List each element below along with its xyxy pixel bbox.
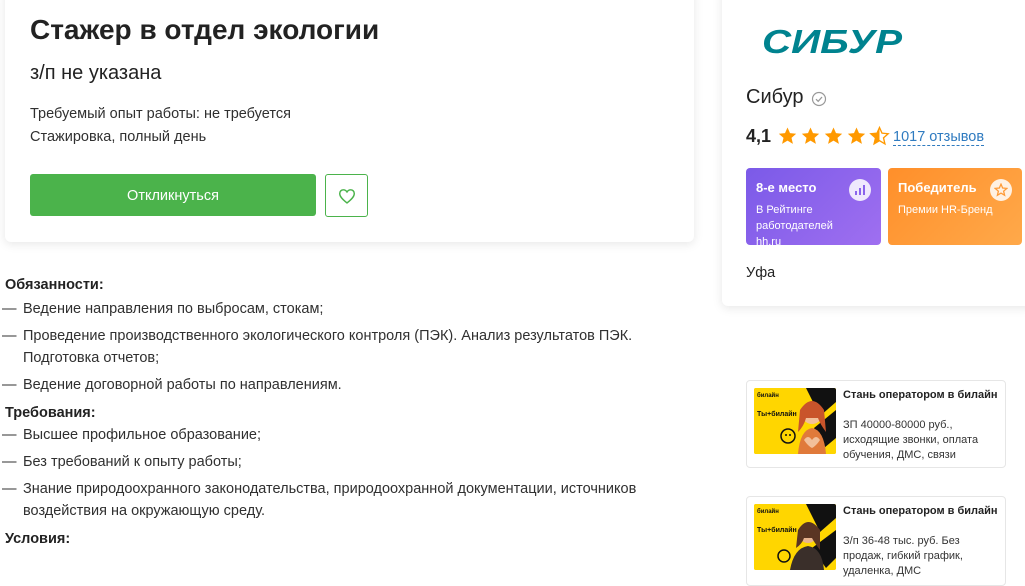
list-dash: —	[2, 454, 17, 470]
ad-image: билайн Ты+билайн	[754, 504, 836, 570]
vacancy-employment: Стажировка, полный день	[30, 129, 207, 145]
star-badge-icon	[990, 179, 1012, 201]
list-dash: —	[2, 481, 17, 497]
duty-text: Ведение направления по выбросам, стокам;	[23, 301, 324, 317]
respond-button[interactable]: Откликнуться	[30, 174, 316, 216]
logo-text: СИБУР	[762, 26, 903, 56]
list-dash: —	[2, 301, 17, 317]
duty-text: Ведение договорной работы по направления…	[23, 377, 342, 393]
vacancy-experience: Требуемый опыт работы: не требуется	[30, 106, 291, 122]
list-item: — Без требований к опыту работы;	[2, 451, 695, 473]
duties-list: — Ведение направления по выбросам, стокам…	[2, 298, 695, 396]
requirement-text: Без требований к опыту работы;	[23, 454, 242, 470]
ad-brand: билайн	[757, 508, 779, 515]
requirement-text: Знание природоохранного законодательства…	[23, 481, 637, 519]
duties-heading: Обязанности:	[5, 277, 104, 293]
vacancy-description: Обязанности: — Ведение направления по выб…	[2, 276, 695, 548]
favorite-button[interactable]	[325, 174, 368, 217]
ad-card[interactable]: билайн Ты+билайн Стань оператором в била…	[746, 380, 1006, 468]
list-dash: —	[2, 328, 17, 344]
list-item: — Проведение производственного экологичес…	[2, 325, 695, 369]
star-icon	[824, 127, 843, 144]
chart-icon	[849, 179, 871, 201]
ad-tagline: Ты+билайн	[757, 410, 797, 418]
ad-text: ЗП 40000-80000 руб., исходящие звонки, о…	[843, 419, 979, 461]
vacancy-title: Стажер в отдел экологии	[30, 14, 380, 45]
company-city: Уфа	[746, 265, 776, 281]
verified-icon	[811, 91, 827, 107]
half-star-icon	[869, 126, 890, 146]
ad-text: З/п 36-48 тыс. руб. Без продаж, гибкий г…	[843, 535, 963, 577]
award-badge[interactable]: Победитель Премии HR-Бренд	[888, 168, 1022, 245]
list-dash: —	[2, 427, 17, 443]
reviews-link[interactable]: 1017 отзывов	[893, 129, 985, 146]
rating-rank-badge[interactable]: 8-е место В Рейтинге работодателей hh.ru	[746, 168, 881, 248]
list-item: — Ведение договорной работы по направлени…	[2, 374, 695, 396]
duty-text: Проведение производственного экологическ…	[23, 328, 633, 366]
vacancy-salary: з/п не указана	[30, 62, 162, 84]
ad-image: билайн Ты+билайн	[754, 388, 836, 454]
star-icon	[801, 127, 820, 144]
ad-card[interactable]: билайн Ты+билайн Стань оператором в била…	[746, 496, 1006, 586]
list-item: — Высшее профильное образование;	[2, 424, 695, 446]
badge-rank-text: В Рейтинге работодателей hh.ru	[756, 204, 833, 248]
vacancy-header-card: Стажер в отдел экологии з/п не указана Т…	[5, 0, 694, 242]
star-icon	[847, 127, 866, 144]
ad-title: Стань оператором в билайн	[843, 505, 998, 517]
company-name[interactable]: Сибур	[746, 86, 804, 109]
requirements-heading: Требования:	[5, 405, 96, 421]
list-item: — Знание природоохранного законодательств…	[2, 478, 695, 522]
rating-value: 4,1	[746, 126, 772, 146]
ad-tagline: Ты+билайн	[757, 526, 797, 534]
requirements-list: — Высшее профильное образование; — Без тре…	[2, 424, 695, 522]
star-icon	[778, 127, 797, 144]
conditions-heading: Условия:	[5, 531, 71, 547]
ad-title: Стань оператором в билайн	[843, 389, 998, 401]
ad-brand: билайн	[757, 392, 779, 399]
company-card: СИБУР Сибур 4,1 1017 отзывов 8-е место В…	[722, 0, 1025, 306]
heart-icon	[338, 188, 355, 204]
company-logo[interactable]: СИБУР	[762, 23, 904, 61]
badge-award-text: Премии HR-Бренд	[898, 204, 993, 216]
list-item: — Ведение направления по выбросам, стокам…	[2, 298, 695, 320]
sibur-logo-icon: СИБУР	[762, 23, 903, 60]
list-dash: —	[2, 377, 17, 393]
rating-stars	[777, 126, 890, 146]
requirement-text: Высшее профильное образование;	[23, 427, 262, 443]
